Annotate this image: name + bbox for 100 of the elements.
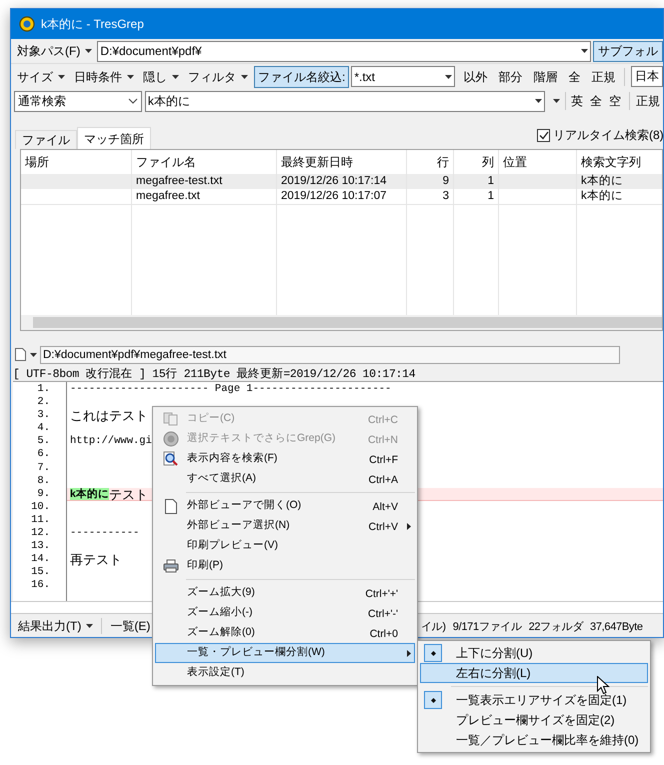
cursor-icon [597, 676, 610, 696]
line-number: 9. [36, 488, 51, 501]
filter-menu-button[interactable]: フィルタ [185, 66, 251, 87]
line-number: 16. [30, 579, 51, 592]
line-text: http://www.gi [70, 435, 152, 448]
total-size: 37,647Byte [590, 620, 643, 635]
menu-item[interactable]: 外部ビューアで開く(O) Alt+V [155, 496, 415, 516]
checkbox-label: リアルタイム検索(8) [553, 127, 663, 144]
menu-item[interactable]: 一覧表示エリアサイズを固定(1) [420, 690, 648, 710]
path-menu-button[interactable]: 対象パス(F) [14, 40, 96, 62]
menu-item[interactable]: 上下に分割(U) [420, 643, 648, 663]
line-text: ---------------------- Page 1---------------------- [70, 383, 392, 396]
menu-item[interactable]: ズーム縮小(-) Ctrl+'-' [155, 603, 415, 623]
line-number: 1. [36, 383, 51, 396]
window-title: k本的に - TresGrep [41, 16, 144, 33]
file-count: 9/171ファイル [452, 620, 522, 635]
filter-menu-button[interactable]: 日時条件 [71, 66, 137, 87]
menu-item[interactable]: すべて選択(A) Ctrl+A [155, 469, 415, 489]
match-highlight: k本的に [70, 488, 109, 500]
regex-toggle[interactable]: 正規 [632, 90, 663, 112]
logo-icon [163, 431, 179, 447]
menu-item[interactable]: 一覧／プレビュー欄比率を維持(0) [420, 730, 648, 750]
horizontal-scrollbar[interactable] [21, 315, 662, 330]
table-cell: 1 [454, 189, 499, 204]
line-number: 8. [36, 474, 51, 488]
filter-menu-button[interactable]: サイズ [14, 66, 68, 87]
menu-item[interactable]: 表示設定(T) [155, 663, 415, 683]
printer-icon [163, 559, 179, 573]
menu-item[interactable]: 外部ビューア選択(N) Ctrl+V [155, 516, 415, 536]
menu-item[interactable]: 左右に分割(L) [420, 663, 648, 683]
status-text: イル) [421, 620, 446, 635]
menu-item[interactable]: 印刷(P) [155, 556, 415, 576]
line-number: 10. [30, 500, 51, 514]
caret-icon [86, 624, 94, 628]
caret-icon [172, 74, 179, 78]
app-logo-icon [19, 16, 35, 32]
file-path-field[interactable]: D:¥document¥pdf¥megafree-test.txt [40, 346, 620, 364]
caret-icon [30, 352, 37, 356]
option-toggle[interactable]: 正規 [588, 66, 618, 87]
file-info: [ UTF-8bom 改行混在 ] 15行 211Byte 最終更新=2019/12/26 10:17:14 [12, 368, 416, 381]
line-number: 6. [36, 448, 51, 462]
line-number: 11. [30, 514, 51, 528]
caret-icon [127, 74, 134, 78]
line-number: 3. [36, 409, 51, 422]
option-toggle[interactable]: 以外 [460, 66, 490, 87]
option-toggle[interactable]: 全 [588, 90, 604, 112]
line-number: 12. [30, 527, 51, 540]
menu-item[interactable]: プレビュー欄サイズを固定(2) [420, 710, 648, 730]
line-text: 再テスト [70, 553, 122, 566]
option-toggle[interactable]: 全 [565, 66, 584, 87]
search-icon [163, 451, 179, 467]
line-number: 13. [30, 540, 51, 554]
line-text: これはテスト [70, 409, 148, 422]
table-cell: megafree.txt [132, 189, 277, 204]
table-row[interactable]: megafree-test.txt 2019/12/26 10:17:14 9 1 k本的に [21, 174, 662, 189]
status-menu-button[interactable]: 結果出力(T) [15, 616, 96, 636]
caret-icon [444, 74, 452, 78]
option-toggle[interactable]: 空 [607, 90, 623, 112]
option-toggle[interactable]: 部分 [495, 66, 526, 87]
caret-icon [580, 49, 588, 53]
encoding-dropdown[interactable]: 日本 [631, 66, 663, 87]
line-number: 2. [36, 396, 51, 410]
line-number: 7. [36, 462, 51, 475]
tab[interactable]: ファイル [15, 130, 77, 149]
document-icon [165, 498, 177, 514]
caret-icon [241, 74, 248, 78]
caret-icon [58, 74, 65, 78]
folder-count: 22フォルダ [528, 620, 584, 635]
checkbox[interactable] [537, 128, 550, 142]
search-mode-dropdown[interactable]: 通常検索 [14, 90, 142, 112]
document-icon [15, 348, 26, 361]
filter-menu-button[interactable]: 隠し [140, 66, 182, 87]
line-number: 4. [36, 422, 51, 436]
menu-item[interactable]: ズーム拡大(9) Ctrl+'+' [155, 583, 415, 603]
line-number: 15. [30, 566, 51, 580]
menu-item[interactable]: 印刷プレビュー(V) [155, 536, 415, 556]
table-cell: 2019/12/26 10:17:07 [277, 189, 407, 204]
line-text: ----------- [70, 527, 140, 540]
table-cell: 3 [407, 189, 454, 204]
copy-icon [163, 412, 179, 426]
caret-icon [534, 99, 542, 103]
tab[interactable]: マッチ箇所 [77, 127, 151, 149]
option-toggle[interactable]: 階層 [530, 66, 560, 87]
caret-icon [85, 49, 92, 53]
chevron-icon [128, 98, 138, 104]
menu-item[interactable]: 一覧・プレビュー欄分割(W) [155, 643, 415, 663]
subfolder-button[interactable]: サブフォル [593, 40, 663, 62]
scrollbar-thumb[interactable] [33, 317, 662, 328]
line-number: 5. [36, 435, 51, 448]
table-cell: k本的に [577, 189, 662, 204]
option-toggle[interactable]: 英 [569, 90, 585, 112]
line-text: テスト [108, 488, 148, 500]
menu-item[interactable]: 表示内容を検索(F) Ctrl+F [155, 449, 415, 469]
filename-filter-field[interactable]: *.txt [351, 66, 456, 87]
path-field[interactable]: D:¥document¥pdf¥ [97, 40, 591, 62]
line-number: 14. [30, 553, 51, 566]
filename-filter-toggle[interactable]: ファイル名絞込: [254, 66, 350, 88]
menu-item[interactable]: ズーム解除(0) Ctrl+0 [155, 623, 415, 643]
search-field[interactable]: k本的に [144, 90, 546, 112]
caret-icon [552, 99, 560, 103]
